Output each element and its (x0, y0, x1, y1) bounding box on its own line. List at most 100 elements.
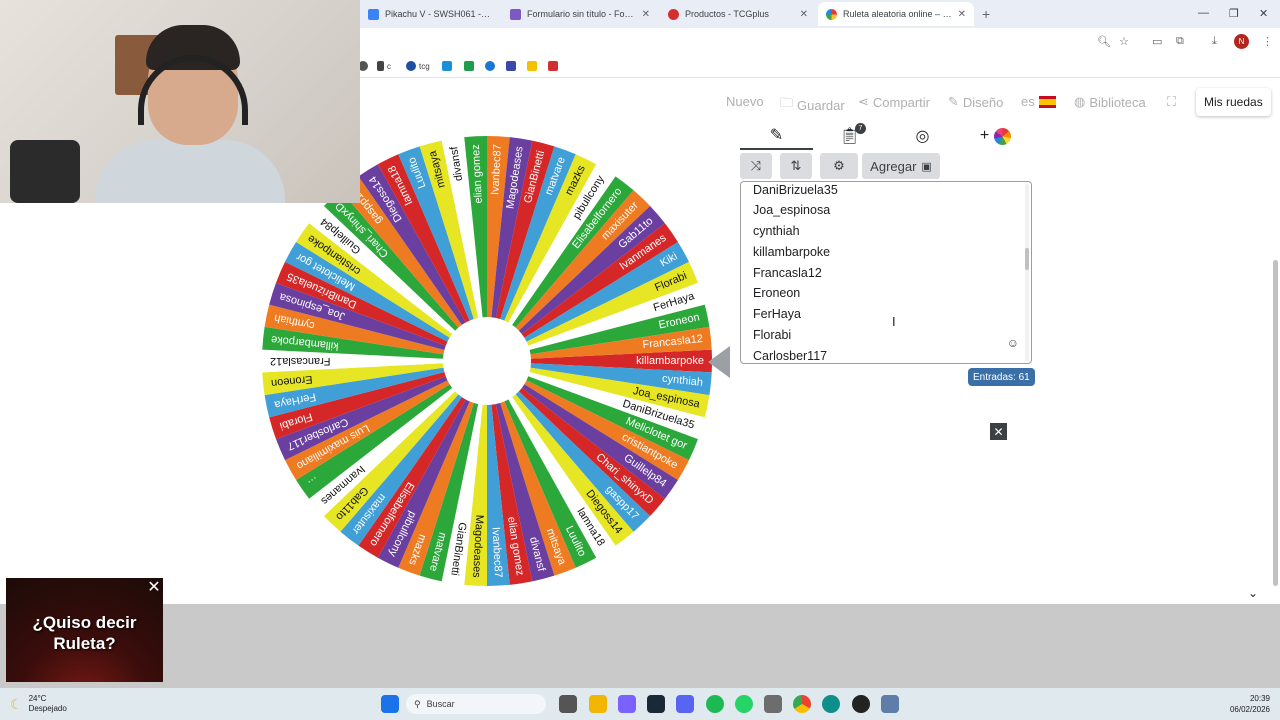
tab-results[interactable]: 📋︎ 7 (813, 122, 886, 150)
bookmark-icon[interactable] (548, 61, 561, 71)
calculator-icon[interactable] (764, 695, 782, 713)
entry-line: killambarpoke (753, 245, 831, 259)
settings-button[interactable]: ⚙ (820, 153, 858, 179)
wheel-slice-label: Ivanbec87 (489, 144, 504, 195)
clock-date: 06/02/2026 (1229, 705, 1270, 714)
extensions-icon[interactable]: ⧉ (1176, 35, 1184, 48)
taskbar-search[interactable]: ⚲ Buscar (406, 694, 546, 714)
globe-icon: ◍ (1074, 94, 1086, 109)
cast-icon[interactable]: ▭ (1152, 35, 1162, 48)
bookmark-icon[interactable] (464, 61, 477, 71)
bookmark-icon[interactable] (527, 61, 540, 71)
windows-start-icon[interactable] (381, 695, 399, 713)
language-button[interactable]: es (1021, 94, 1056, 109)
microphone (10, 140, 80, 203)
tab-productos[interactable]: Productos - TCGplus ✕ (660, 2, 816, 26)
search-icon: ⚲ (414, 698, 421, 709)
diseno-button[interactable]: ✎ Diseño (948, 94, 1003, 110)
windows-taskbar (0, 688, 1280, 720)
tab-title: Productos - TCGplus (685, 9, 769, 19)
tab-edit[interactable]: ✎ (740, 122, 813, 150)
task-view-icon[interactable] (559, 695, 577, 713)
spain-flag-icon (1038, 95, 1056, 108)
wheel-slice-label: killambarpoke (636, 355, 704, 367)
whatsapp-icon[interactable] (735, 695, 753, 713)
entries-scrollbar-thumb[interactable] (1025, 248, 1029, 270)
weather-desc: Despejado (28, 704, 67, 713)
app-icon[interactable] (618, 695, 636, 713)
sort-button[interactable]: ⇅ (780, 153, 812, 179)
moon-icon: ☾ (10, 695, 23, 712)
fullscreen-icon[interactable]: ⛶ (1167, 94, 1176, 110)
editor-tabs: ✎ 📋︎ 7 ◎ + (740, 122, 1032, 150)
app-icon[interactable] (822, 695, 840, 713)
image-icon: ▣ (921, 160, 932, 173)
emoji-icon[interactable]: ☺ (1007, 336, 1019, 350)
close-tab-icon[interactable]: ✕ (958, 9, 966, 20)
guardar-label: Guardar (797, 97, 845, 113)
compartir-button[interactable]: ⋖ Compartir (858, 94, 930, 110)
bookmark-icon[interactable] (506, 61, 519, 71)
bookmark-tcg[interactable]: tcg (406, 61, 430, 71)
pencil-icon: ✎ (769, 127, 784, 144)
search-label: Buscar (426, 699, 455, 709)
wheel-slice-label: Ivanbec87 (490, 527, 505, 578)
weather-temp: 24°C (28, 694, 47, 703)
text-cursor-icon: I (892, 314, 896, 329)
kebab-menu-icon[interactable]: ⋮ (1262, 35, 1273, 48)
spotify-icon[interactable] (706, 695, 724, 713)
tab-pikachu[interactable]: Pikachu V - SWSH061 - Sword (360, 2, 500, 26)
ruleta-popup[interactable]: ¿Quiso decir Ruleta? ✕ (6, 578, 163, 682)
wheel-slice-label: Francasla12 (270, 355, 331, 367)
guardar-button[interactable]: 🗀 Guardar (780, 94, 845, 116)
pencil-icon: ✎ (948, 94, 959, 109)
entry-line: Joa_espinosa (753, 203, 831, 217)
nuevo-button[interactable]: Nuevo (726, 94, 764, 109)
chevron-down-icon[interactable]: ⌄ (1248, 586, 1258, 600)
discord-icon[interactable] (676, 695, 694, 713)
profile-avatar[interactable]: N (1234, 34, 1249, 49)
obs-icon[interactable] (852, 695, 870, 713)
tab-formulario[interactable]: Formulario sin título - Formular ✕ (502, 2, 658, 26)
chrome-icon[interactable] (793, 695, 811, 713)
new-tab-button[interactable]: + (982, 6, 990, 22)
steam-icon[interactable] (647, 695, 665, 713)
eye-slash-icon: ◎ (915, 128, 930, 145)
bookmark-icon[interactable] (485, 61, 498, 71)
wheel-center-hub[interactable] (443, 317, 531, 405)
zoom-icon[interactable]: 🔍︎ (1097, 35, 1111, 48)
system-clock[interactable]: 20:39 06/02/2026 (1226, 693, 1270, 715)
file-explorer-icon[interactable] (589, 695, 607, 713)
shuffle-button[interactable]: ⤨ (740, 153, 772, 179)
weather-widget[interactable]: ☾ 24°C Despejado (10, 694, 67, 714)
popup-close-icon[interactable]: ✕ (146, 580, 162, 596)
entry-line: Francasla12 (753, 266, 822, 280)
minimize-icon[interactable]: — (1198, 7, 1209, 19)
biblioteca-label: Biblioteca (1089, 94, 1146, 110)
bookmark-star-icon[interactable]: ☆ (1119, 35, 1129, 48)
agregar-button[interactable]: Agregar ▣ (862, 153, 940, 179)
entries-scrollbar[interactable] (1025, 184, 1029, 361)
restore-icon[interactable]: ❐ (1229, 7, 1239, 20)
color-wheel-icon (994, 127, 1012, 145)
biblioteca-button[interactable]: ◍ Biblioteca (1074, 94, 1146, 110)
settings-gear-icon[interactable] (881, 695, 899, 713)
bookmark-c[interactable]: c (377, 61, 391, 71)
entry-line: DaniBrizuela35 (753, 183, 838, 197)
mis-ruedas-button[interactable]: Mis ruedas (1196, 88, 1271, 116)
bookmark-label: tcg (419, 61, 430, 71)
close-tab-icon[interactable]: ✕ (800, 9, 808, 20)
window-close-icon[interactable]: ✕ (1259, 7, 1268, 20)
tab-hidden[interactable]: ◎ (886, 122, 959, 150)
popup-line2: Ruleta? (53, 634, 116, 653)
sort-icon: ⇅ (790, 158, 802, 173)
page-scrollbar[interactable] (1273, 260, 1278, 586)
tab-add-wheel[interactable]: + (959, 122, 1032, 150)
download-icon[interactable]: ⤓ (1212, 35, 1217, 48)
shuffle-icon: ⤨ (750, 158, 762, 173)
entries-textarea[interactable]: DaniBrizuela35 Joa_espinosa cynthiah kil… (740, 181, 1032, 364)
close-ad-button[interactable]: ✕ (990, 423, 1007, 440)
close-tab-icon[interactable]: ✕ (642, 9, 650, 20)
bookmark-icon[interactable] (442, 61, 455, 71)
tab-ruleta[interactable]: Ruleta aleatoria online – ruleta ✕ (818, 2, 974, 26)
